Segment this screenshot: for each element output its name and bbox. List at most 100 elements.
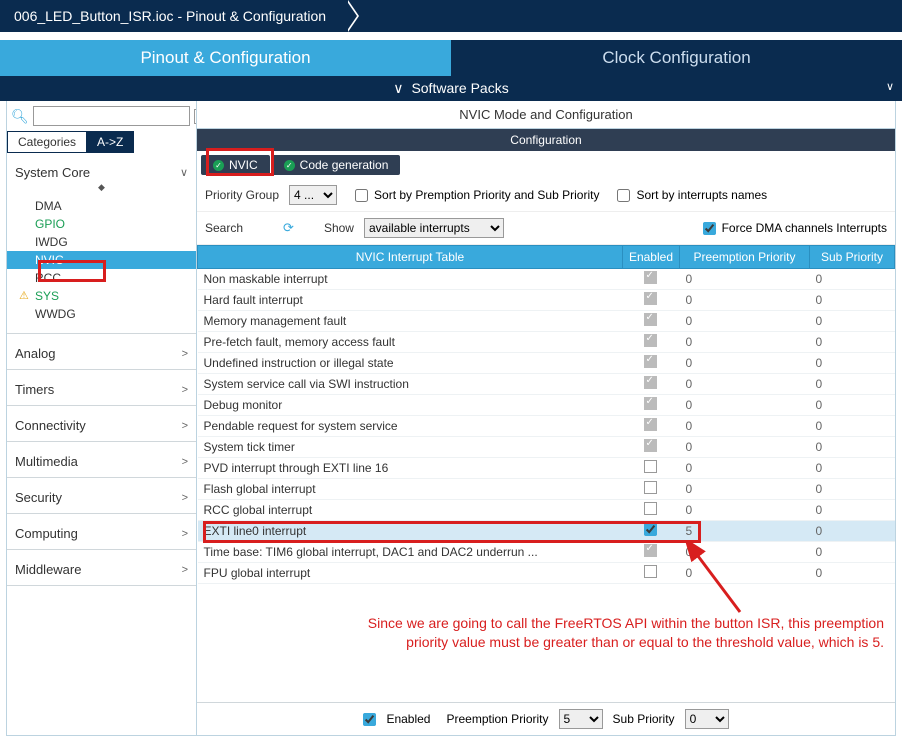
category-header[interactable]: Multimedia>	[7, 446, 196, 477]
table-row[interactable]: Flash global interrupt 00	[198, 479, 895, 500]
category-multimedia: Multimedia>	[7, 446, 196, 478]
interrupt-name: Memory management fault	[198, 311, 623, 332]
preempt-cell[interactable]: 0	[680, 395, 810, 416]
sub-cell[interactable]: 0	[810, 479, 895, 500]
sidebar-item-rcc[interactable]: RCC	[7, 269, 196, 287]
sub-cell[interactable]: 0	[810, 542, 895, 563]
col-name[interactable]: NVIC Interrupt Table	[198, 246, 623, 269]
enabled-checkbox[interactable]	[644, 523, 657, 536]
sub-cell[interactable]: 0	[810, 437, 895, 458]
sidebar-item-nvic[interactable]: NVIC	[7, 251, 196, 269]
preempt-cell[interactable]: 0	[680, 353, 810, 374]
interrupt-name: Flash global interrupt	[198, 479, 623, 500]
sort-preempt-checkbox[interactable]	[355, 189, 368, 202]
search-input[interactable]	[33, 106, 190, 126]
enabled-checkbox[interactable]	[644, 502, 657, 515]
sub-cell[interactable]: 0	[810, 458, 895, 479]
sub-bar[interactable]: ∨ Software Packs ∨	[0, 76, 902, 101]
sub-cell[interactable]: 0	[810, 290, 895, 311]
table-row[interactable]: Undefined instruction or illegal state00	[198, 353, 895, 374]
category-header[interactable]: Connectivity>	[7, 410, 196, 441]
sidebar-item-iwdg[interactable]: IWDG	[7, 233, 196, 251]
sub-cell[interactable]: 0	[810, 563, 895, 584]
col-sub[interactable]: Sub Priority	[810, 246, 895, 269]
table-row[interactable]: System service call via SWI instruction0…	[198, 374, 895, 395]
priority-group-select[interactable]: 4 ...	[289, 185, 337, 205]
preempt-cell[interactable]: 0	[680, 311, 810, 332]
sub-cell[interactable]: 0	[810, 374, 895, 395]
enabled-checkbox[interactable]	[644, 481, 657, 494]
conf-tab-nvic[interactable]: ✓ NVIC	[201, 155, 270, 175]
category-computing: Computing>	[7, 518, 196, 550]
preempt-cell[interactable]: 5	[680, 521, 810, 542]
category-timers: Timers>	[7, 374, 196, 406]
footer-sub-select[interactable]: 0	[685, 709, 729, 729]
table-row[interactable]: FPU global interrupt 00	[198, 563, 895, 584]
sub-cell[interactable]: 0	[810, 500, 895, 521]
force-dma-checkbox[interactable]	[703, 222, 716, 235]
preempt-cell[interactable]: 0	[680, 458, 810, 479]
sub-cell[interactable]: 0	[810, 521, 895, 542]
refresh-icon[interactable]: ⟳	[283, 220, 294, 236]
category-header[interactable]: Security>	[7, 482, 196, 513]
table-row[interactable]: Non maskable interrupt00	[198, 269, 895, 290]
category-header[interactable]: Middleware>	[7, 554, 196, 585]
search-label: Search	[205, 221, 243, 235]
table-row[interactable]: Time base: TIM6 global interrupt, DAC1 a…	[198, 542, 895, 563]
enabled-checkbox[interactable]	[644, 565, 657, 578]
main-tabs: Pinout & Configuration Clock Configurati…	[0, 40, 902, 76]
mode-tab-az[interactable]: A->Z	[86, 131, 134, 153]
sub-cell[interactable]: 0	[810, 269, 895, 290]
sub-cell[interactable]: 0	[810, 395, 895, 416]
conf-tab-codegen[interactable]: ✓ Code generation	[272, 155, 401, 175]
table-row[interactable]: RCC global interrupt00	[198, 500, 895, 521]
preempt-cell[interactable]: 0	[680, 416, 810, 437]
preempt-cell[interactable]: 0	[680, 332, 810, 353]
sidebar-item-dma[interactable]: DMA	[7, 197, 196, 215]
category-header[interactable]: Computing>	[7, 518, 196, 549]
enabled-checkbox[interactable]	[644, 460, 657, 473]
preempt-cell[interactable]: 0	[680, 290, 810, 311]
search-icon[interactable]: 🔍︎	[11, 108, 29, 125]
enabled-cell	[622, 437, 679, 458]
tab-pinout[interactable]: Pinout & Configuration	[0, 40, 451, 76]
col-enabled[interactable]: Enabled	[622, 246, 679, 269]
sub-cell[interactable]: 0	[810, 311, 895, 332]
footer-preempt-select[interactable]: 5	[559, 709, 603, 729]
mode-tab-categories[interactable]: Categories	[7, 131, 86, 153]
table-row[interactable]: Pre-fetch fault, memory access fault00	[198, 332, 895, 353]
footer-enabled-checkbox[interactable]	[363, 713, 376, 726]
category-header[interactable]: Timers>	[7, 374, 196, 405]
category-header[interactable]: Analog>	[7, 338, 196, 369]
table-row[interactable]: Hard fault interrupt00	[198, 290, 895, 311]
table-row[interactable]: EXTI line0 interrupt50	[198, 521, 895, 542]
preempt-cell[interactable]: 0	[680, 563, 810, 584]
preempt-cell[interactable]: 0	[680, 542, 810, 563]
interrupt-name: FPU global interrupt	[198, 563, 623, 584]
tab-clock[interactable]: Clock Configuration	[451, 40, 902, 76]
enabled-cell	[622, 290, 679, 311]
enabled-checkbox	[644, 271, 657, 284]
preempt-cell[interactable]: 0	[680, 374, 810, 395]
sort-names-checkbox[interactable]	[617, 189, 630, 202]
show-select[interactable]: available interrupts	[364, 218, 504, 238]
sidebar-item-sys[interactable]: ⚠SYS	[7, 287, 196, 305]
table-row[interactable]: System tick timer00	[198, 437, 895, 458]
preempt-cell[interactable]: 0	[680, 479, 810, 500]
sidebar-item-wwdg[interactable]: WWDG	[7, 305, 196, 323]
preempt-cell[interactable]: 0	[680, 269, 810, 290]
sort-up-icon[interactable]: ◆	[7, 182, 196, 193]
table-row[interactable]: Memory management fault 00	[198, 311, 895, 332]
sub-cell[interactable]: 0	[810, 416, 895, 437]
col-preempt[interactable]: Preemption Priority	[680, 246, 810, 269]
preempt-cell[interactable]: 0	[680, 437, 810, 458]
enabled-checkbox	[644, 334, 657, 347]
table-row[interactable]: Debug monitor00	[198, 395, 895, 416]
sub-cell[interactable]: 0	[810, 332, 895, 353]
sidebar-item-gpio[interactable]: GPIO	[7, 215, 196, 233]
table-row[interactable]: PVD interrupt through EXTI line 1600	[198, 458, 895, 479]
sub-cell[interactable]: 0	[810, 353, 895, 374]
warning-icon: ⚠	[19, 289, 29, 302]
table-row[interactable]: Pendable request for system service00	[198, 416, 895, 437]
preempt-cell[interactable]: 0	[680, 500, 810, 521]
